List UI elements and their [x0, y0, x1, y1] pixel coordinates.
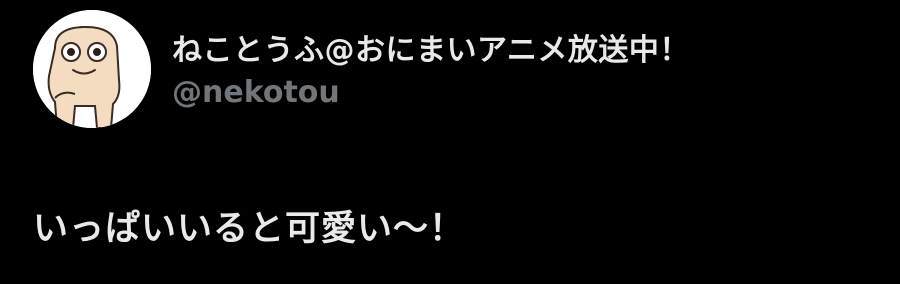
tweet-text: いっぱいいると可愛い～！ [33, 209, 466, 249]
cat-tofu-avatar-icon [33, 10, 151, 128]
author-handle[interactable]: @nekotou [172, 75, 340, 110]
author-avatar[interactable] [33, 10, 151, 128]
tweet-card: ねことうふ@おにまいアニメ放送中！ @nekotou いっぱいいると可愛い～！ [0, 0, 900, 284]
author-display-name[interactable]: ねことうふ@おにまいアニメ放送中！ [172, 25, 690, 69]
